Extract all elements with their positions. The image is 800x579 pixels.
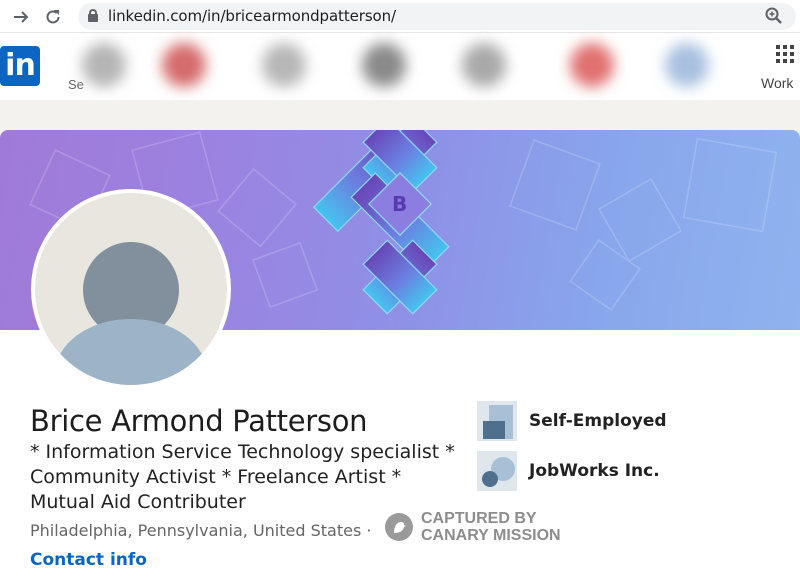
avatar-shoulders bbox=[55, 319, 207, 385]
watermark-line-2: CANARY MISSION bbox=[421, 527, 561, 544]
apps-grid-icon[interactable] bbox=[776, 45, 796, 65]
experience-item[interactable]: JobWorks Inc. bbox=[477, 450, 660, 492]
profile-avatar[interactable] bbox=[31, 189, 231, 389]
reload-icon[interactable] bbox=[42, 6, 64, 28]
work-menu-label[interactable]: Work bbox=[761, 75, 793, 91]
url-text[interactable]: linkedin.com/in/bricearmondpatterson/ bbox=[108, 7, 396, 25]
zoom-icon[interactable] bbox=[764, 6, 784, 26]
browser-toolbar: linkedin.com/in/bricearmondpatterson/ bbox=[0, 0, 800, 33]
nav-item-blurred[interactable] bbox=[362, 43, 406, 87]
nav-item-blurred[interactable] bbox=[665, 43, 709, 87]
profile-location: Philadelphia, Pennsylvania, United State… bbox=[30, 521, 372, 540]
banner-emblem-letter: B bbox=[392, 192, 408, 216]
profile-name: Brice Armond Patterson bbox=[30, 404, 368, 438]
banner-emblem-icon bbox=[312, 130, 450, 315]
nav-item-blurred[interactable] bbox=[82, 43, 126, 87]
lock-icon[interactable] bbox=[88, 9, 98, 22]
school-logo-placeholder-icon bbox=[477, 451, 517, 491]
forward-arrow-icon[interactable] bbox=[10, 6, 32, 28]
company-logo-placeholder-icon bbox=[477, 401, 517, 441]
contact-info-link[interactable]: Contact info bbox=[30, 550, 147, 570]
watermark-text: CAPTURED BY CANARY MISSION bbox=[421, 510, 561, 544]
canary-bird-icon bbox=[385, 513, 413, 541]
experience-item[interactable]: Self-Employed bbox=[477, 400, 667, 442]
watermark-line-1: CAPTURED BY bbox=[421, 510, 537, 527]
nav-item-blurred[interactable] bbox=[262, 43, 306, 87]
search-label-fragment[interactable]: Se bbox=[68, 77, 84, 92]
profile-headline: * Information Service Technology special… bbox=[30, 441, 455, 513]
experience-company-label: Self-Employed bbox=[529, 411, 667, 431]
linkedin-header: in Se Work bbox=[0, 33, 800, 100]
linkedin-logo[interactable]: in bbox=[0, 46, 40, 86]
captured-by-watermark: CAPTURED BY CANARY MISSION bbox=[385, 510, 561, 544]
nav-item-blurred[interactable] bbox=[162, 43, 206, 87]
profile-card: B Brice Armond Patterson * Information S… bbox=[0, 130, 800, 579]
experience-company-label: JobWorks Inc. bbox=[529, 461, 660, 481]
nav-item-blurred[interactable] bbox=[570, 43, 614, 87]
nav-item-blurred[interactable] bbox=[462, 43, 506, 87]
